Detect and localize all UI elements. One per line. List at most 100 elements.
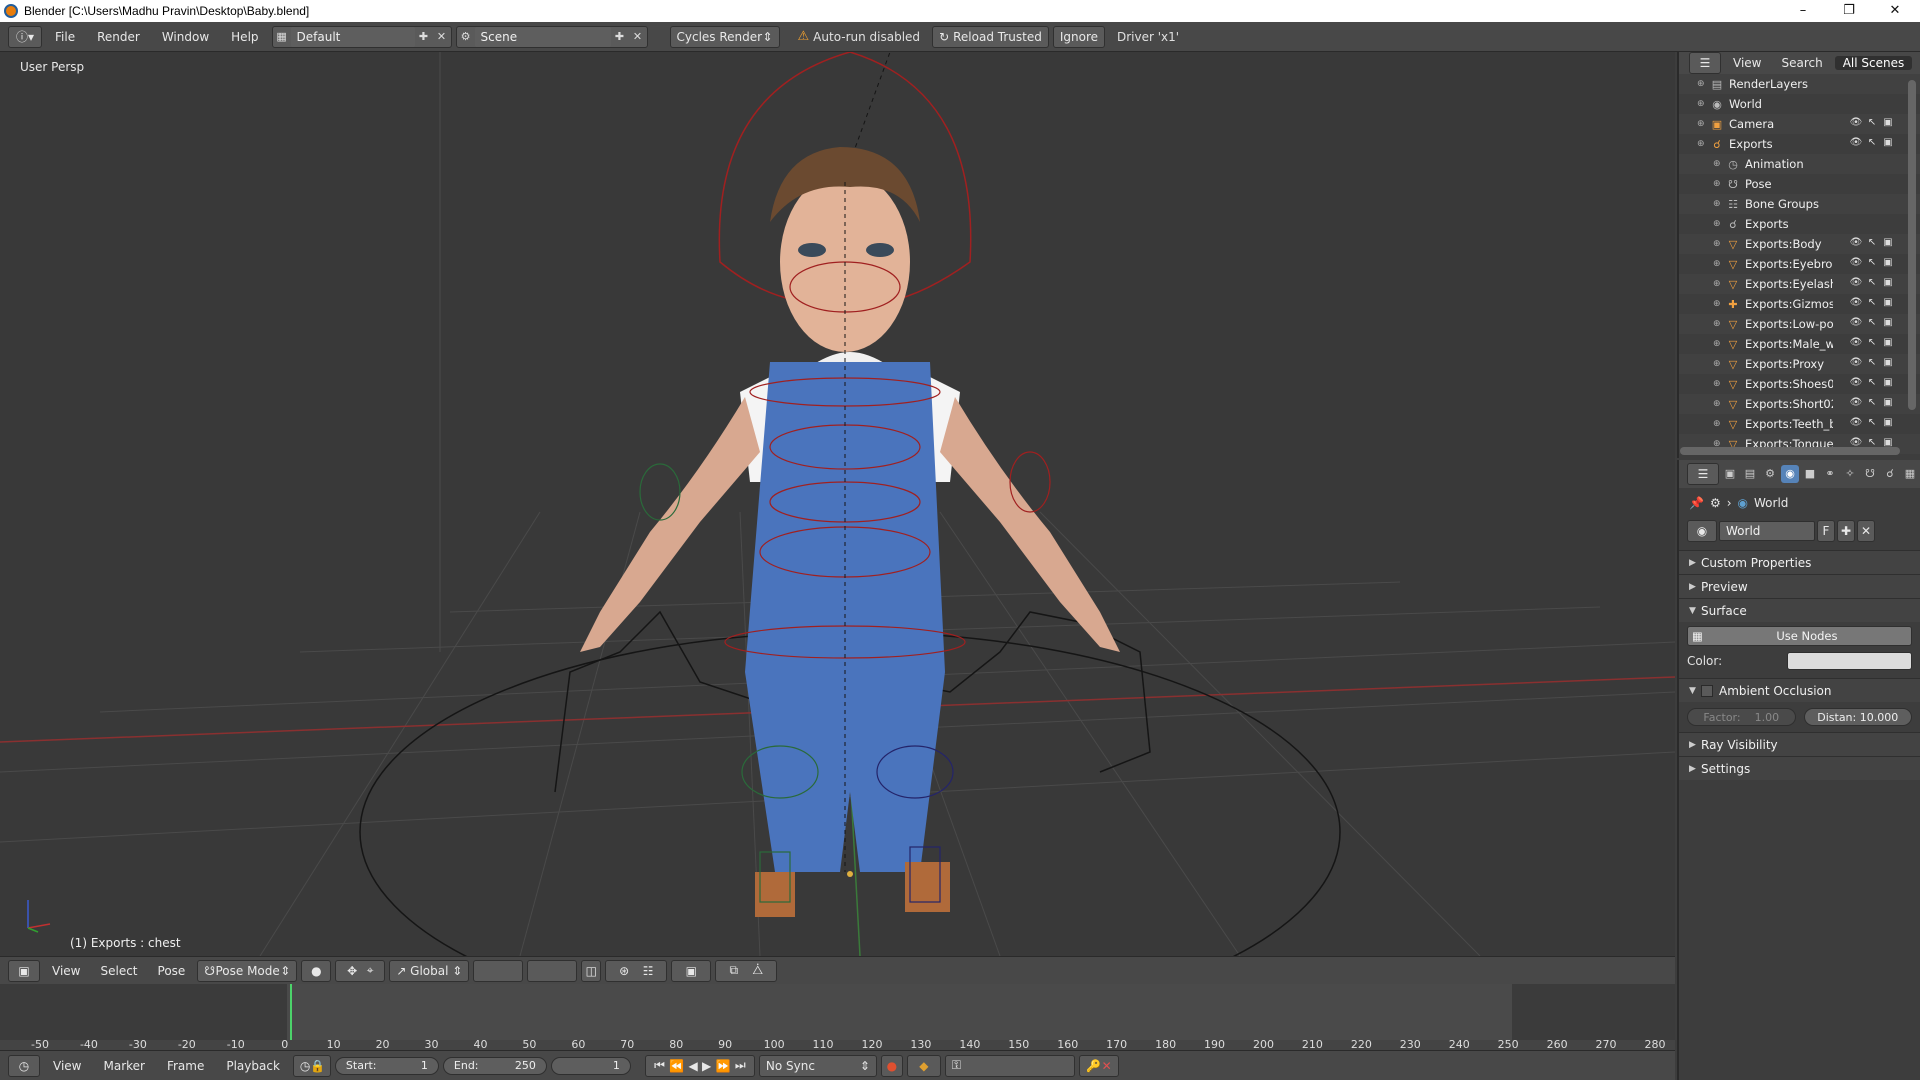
selectable-cursor-icon[interactable]: ↖: [1865, 137, 1879, 151]
expand-toggle-icon[interactable]: ⊕: [1713, 179, 1725, 189]
snap-group[interactable]: ⊛ ☷: [605, 959, 668, 982]
insert-key-group[interactable]: 🔑 ✕: [1078, 1054, 1119, 1077]
panel-surface[interactable]: ▼ Surface: [1679, 598, 1920, 622]
render-preview-group[interactable]: ▣: [671, 959, 712, 982]
start-frame-field[interactable]: Start: 1: [334, 1056, 439, 1075]
mode-dropdown[interactable]: ☋ Pose Mode ⇕: [197, 959, 298, 982]
outliner-row[interactable]: ⊕ ☌ Exports 👁 ↖ ▣: [1679, 134, 1920, 154]
visibility-eye-icon[interactable]: 👁: [1849, 257, 1863, 271]
ambient-occlusion-checkbox[interactable]: [1701, 684, 1713, 697]
outliner-horizontal-scrollbar[interactable]: [1680, 447, 1900, 455]
layer-buttons-2[interactable]: [527, 959, 578, 982]
jump-end-icon[interactable]: ⏭: [735, 1058, 746, 1073]
expand-toggle-icon[interactable]: ⊕: [1713, 399, 1725, 409]
world-color-swatch[interactable]: [1787, 652, 1912, 670]
outliner-row[interactable]: ⊕ ◷ Animation: [1679, 154, 1920, 174]
visibility-eye-icon[interactable]: 👁: [1849, 297, 1863, 311]
outliner-menu-view[interactable]: View: [1725, 56, 1769, 70]
render-camera-icon[interactable]: ▣: [1881, 337, 1895, 351]
expand-toggle-icon[interactable]: ⊕: [1713, 199, 1725, 209]
editor-type-3d-button[interactable]: ▣: [8, 959, 40, 982]
expand-toggle-icon[interactable]: ⊕: [1713, 299, 1725, 309]
expand-toggle-icon[interactable]: ⊕: [1713, 419, 1725, 429]
pose-copy-group[interactable]: ⧉ ⧊: [715, 959, 778, 982]
play-reverse-icon[interactable]: ◀: [688, 1059, 697, 1073]
keying-set-field[interactable]: ⚿: [944, 1054, 1075, 1077]
render-camera-icon[interactable]: ▣: [1881, 297, 1895, 311]
outliner-row[interactable]: ⊕ ▽ Exports:Short02 👁 ↖ ▣: [1679, 394, 1920, 414]
world-name-field[interactable]: World: [1719, 521, 1815, 541]
outliner-row[interactable]: ⊕ ◉ World: [1679, 94, 1920, 114]
sync-dropdown[interactable]: No Sync ⇕: [758, 1054, 877, 1077]
expand-toggle-icon[interactable]: ⊕: [1713, 219, 1725, 229]
timeline-editor[interactable]: -50 -40 -30 -20 -10 0 10 20 30 40 50 60 70 80 90 100 110…: [0, 984, 1675, 1051]
outliner-row[interactable]: ⊕▽ Exports:Teeth_ba 👁↖▣: [1679, 414, 1920, 434]
add-world-icon[interactable]: ✚: [1837, 520, 1855, 542]
ao-factor-field[interactable]: Factor: 1.00: [1687, 708, 1796, 726]
playback-controls[interactable]: ⏮ ⏪ ◀ ▶ ⏩ ⏭: [644, 1054, 755, 1077]
selectable-cursor-icon[interactable]: ↖: [1865, 257, 1879, 271]
expand-toggle-icon[interactable]: ⊕: [1713, 379, 1725, 389]
next-keyframe-icon[interactable]: ⏩: [716, 1059, 731, 1073]
scene-selector[interactable]: ⚙ Scene ✚ ✕: [455, 25, 648, 48]
render-camera-icon[interactable]: ▣: [1881, 137, 1895, 151]
visibility-eye-icon[interactable]: 👁: [1849, 417, 1863, 431]
render-camera-icon[interactable]: ▣: [1881, 377, 1895, 391]
lock-layers-icon[interactable]: ◫: [581, 959, 602, 982]
visibility-eye-icon[interactable]: 👁: [1849, 397, 1863, 411]
pin-icon[interactable]: 📌: [1689, 496, 1704, 510]
menu-window[interactable]: Window: [153, 22, 218, 52]
outliner-row[interactable]: ⊕ ▽ Exports:Shoes01 👁 ↖ ▣: [1679, 374, 1920, 394]
expand-toggle-icon[interactable]: ⊕: [1697, 99, 1709, 109]
selectable-cursor-icon[interactable]: ↖: [1865, 397, 1879, 411]
fake-user-button[interactable]: F: [1817, 520, 1835, 542]
outliner-vertical-scrollbar[interactable]: [1908, 80, 1916, 410]
current-frame-cursor[interactable]: [289, 984, 292, 1040]
outliner-row[interactable]: ⊕▽ Exports:Eyelashe 👁↖▣: [1679, 274, 1920, 294]
panel-ray-visibility[interactable]: ▶ Ray Visibility: [1679, 732, 1920, 756]
tab-constraints[interactable]: ⚭: [1821, 465, 1839, 483]
menu-view-timeline[interactable]: View: [44, 1059, 90, 1073]
outliner-row[interactable]: ⊕ ▣ Camera 👁 ↖ ▣: [1679, 114, 1920, 134]
expand-toggle-icon[interactable]: ⊕: [1713, 319, 1725, 329]
visibility-eye-icon[interactable]: 👁: [1849, 317, 1863, 331]
editor-type-properties-button[interactable]: ☰: [1687, 463, 1719, 485]
shading-dropdown[interactable]: ●: [301, 959, 332, 982]
remove-scene-icon[interactable]: ✕: [629, 28, 647, 46]
render-camera-icon[interactable]: ▣: [1881, 257, 1895, 271]
selectable-cursor-icon[interactable]: ↖: [1865, 277, 1879, 291]
outliner-row[interactable]: ⊕ ☷ Bone Groups: [1679, 194, 1920, 214]
outliner-row[interactable]: ⊕ ▽ Exports:Body 👁 ↖ ▣: [1679, 234, 1920, 254]
tab-data[interactable]: ☋: [1861, 465, 1879, 483]
selectable-cursor-icon[interactable]: ↖: [1865, 237, 1879, 251]
visibility-eye-icon[interactable]: 👁: [1849, 357, 1863, 371]
menu-pose[interactable]: Pose: [150, 964, 194, 978]
tab-object[interactable]: ■: [1801, 465, 1819, 483]
outliner-row[interactable]: ⊕ ✚ Exports:Gizmos 👁 ↖ ▣: [1679, 294, 1920, 314]
tab-world[interactable]: ◉: [1781, 465, 1799, 483]
visibility-eye-icon[interactable]: 👁: [1849, 277, 1863, 291]
selectable-cursor-icon[interactable]: ↖: [1865, 357, 1879, 371]
preview-range-group[interactable]: ◷ 🔒: [292, 1054, 331, 1077]
selectable-cursor-icon[interactable]: ↖: [1865, 117, 1879, 131]
expand-toggle-icon[interactable]: ⊕: [1713, 259, 1725, 269]
visibility-eye-icon[interactable]: 👁: [1849, 377, 1863, 391]
editor-type-timeline-button[interactable]: ◷: [8, 1054, 40, 1077]
layer-buttons-1[interactable]: [473, 959, 524, 982]
render-camera-icon[interactable]: ▣: [1881, 237, 1895, 251]
keying-set-button[interactable]: ◆: [906, 1054, 941, 1077]
use-nodes-button[interactable]: ▦ Use Nodes: [1687, 626, 1912, 646]
visibility-eye-icon[interactable]: 👁: [1849, 137, 1863, 151]
add-scene-icon[interactable]: ✚: [611, 28, 629, 46]
display-mode-dropdown[interactable]: All Scenes: [1834, 56, 1913, 70]
minimize-button[interactable]: –: [1780, 0, 1826, 22]
scene-name[interactable]: Scene: [474, 26, 611, 47]
panel-preview[interactable]: ▶ Preview: [1679, 574, 1920, 598]
render-camera-icon[interactable]: ▣: [1881, 357, 1895, 371]
add-layout-icon[interactable]: ✚: [415, 28, 433, 46]
play-icon[interactable]: ▶: [702, 1059, 711, 1073]
tab-bone[interactable]: ☌: [1881, 465, 1899, 483]
selectable-cursor-icon[interactable]: ↖: [1865, 337, 1879, 351]
visibility-eye-icon[interactable]: 👁: [1849, 237, 1863, 251]
render-camera-icon[interactable]: ▣: [1881, 397, 1895, 411]
